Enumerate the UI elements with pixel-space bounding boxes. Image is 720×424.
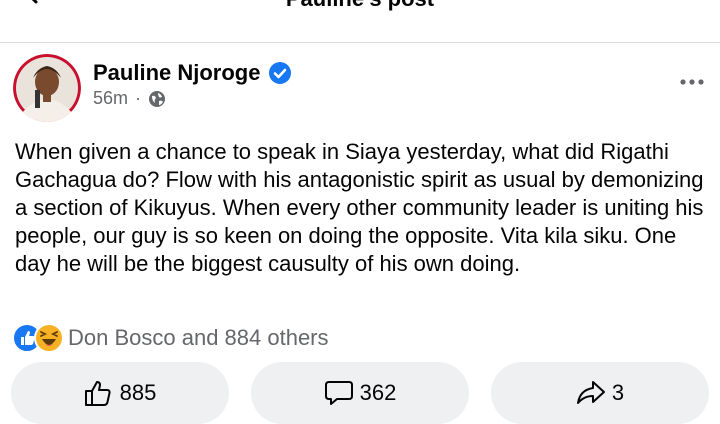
share-count: 3: [611, 380, 625, 405]
post-time[interactable]: 56m: [93, 88, 128, 109]
reaction-icons: [12, 323, 68, 353]
meta-separator: ·: [135, 88, 142, 108]
globe-icon: [149, 90, 166, 107]
reaction-summary-text: Don Bosco and 884 others: [68, 325, 329, 350]
reaction-summary[interactable]: Don Bosco and 884 others: [12, 323, 329, 353]
author-row: Pauline Njoroge: [93, 60, 292, 86]
top-bar: Pauline's post: [0, 0, 720, 43]
post-meta: 56m ·: [93, 88, 166, 109]
comment-button[interactable]: 362: [251, 362, 469, 424]
share-arrow-icon: [576, 381, 605, 404]
haha-reaction-icon: [34, 323, 64, 353]
like-button[interactable]: 885: [11, 362, 229, 424]
like-count: 885: [119, 380, 157, 405]
share-button[interactable]: 3: [491, 362, 709, 424]
post-body: When given a chance to speak in Siaya ye…: [15, 139, 704, 276]
page-title: Pauline's post: [0, 0, 720, 12]
more-options-icon[interactable]: [678, 72, 706, 92]
comment-bubble-icon: [324, 381, 353, 405]
comment-count: 362: [359, 380, 397, 405]
verified-badge-icon: [269, 62, 292, 84]
author-avatar[interactable]: [13, 54, 81, 122]
thumbs-up-icon: [84, 381, 111, 406]
author-name[interactable]: Pauline Njoroge: [93, 60, 260, 86]
